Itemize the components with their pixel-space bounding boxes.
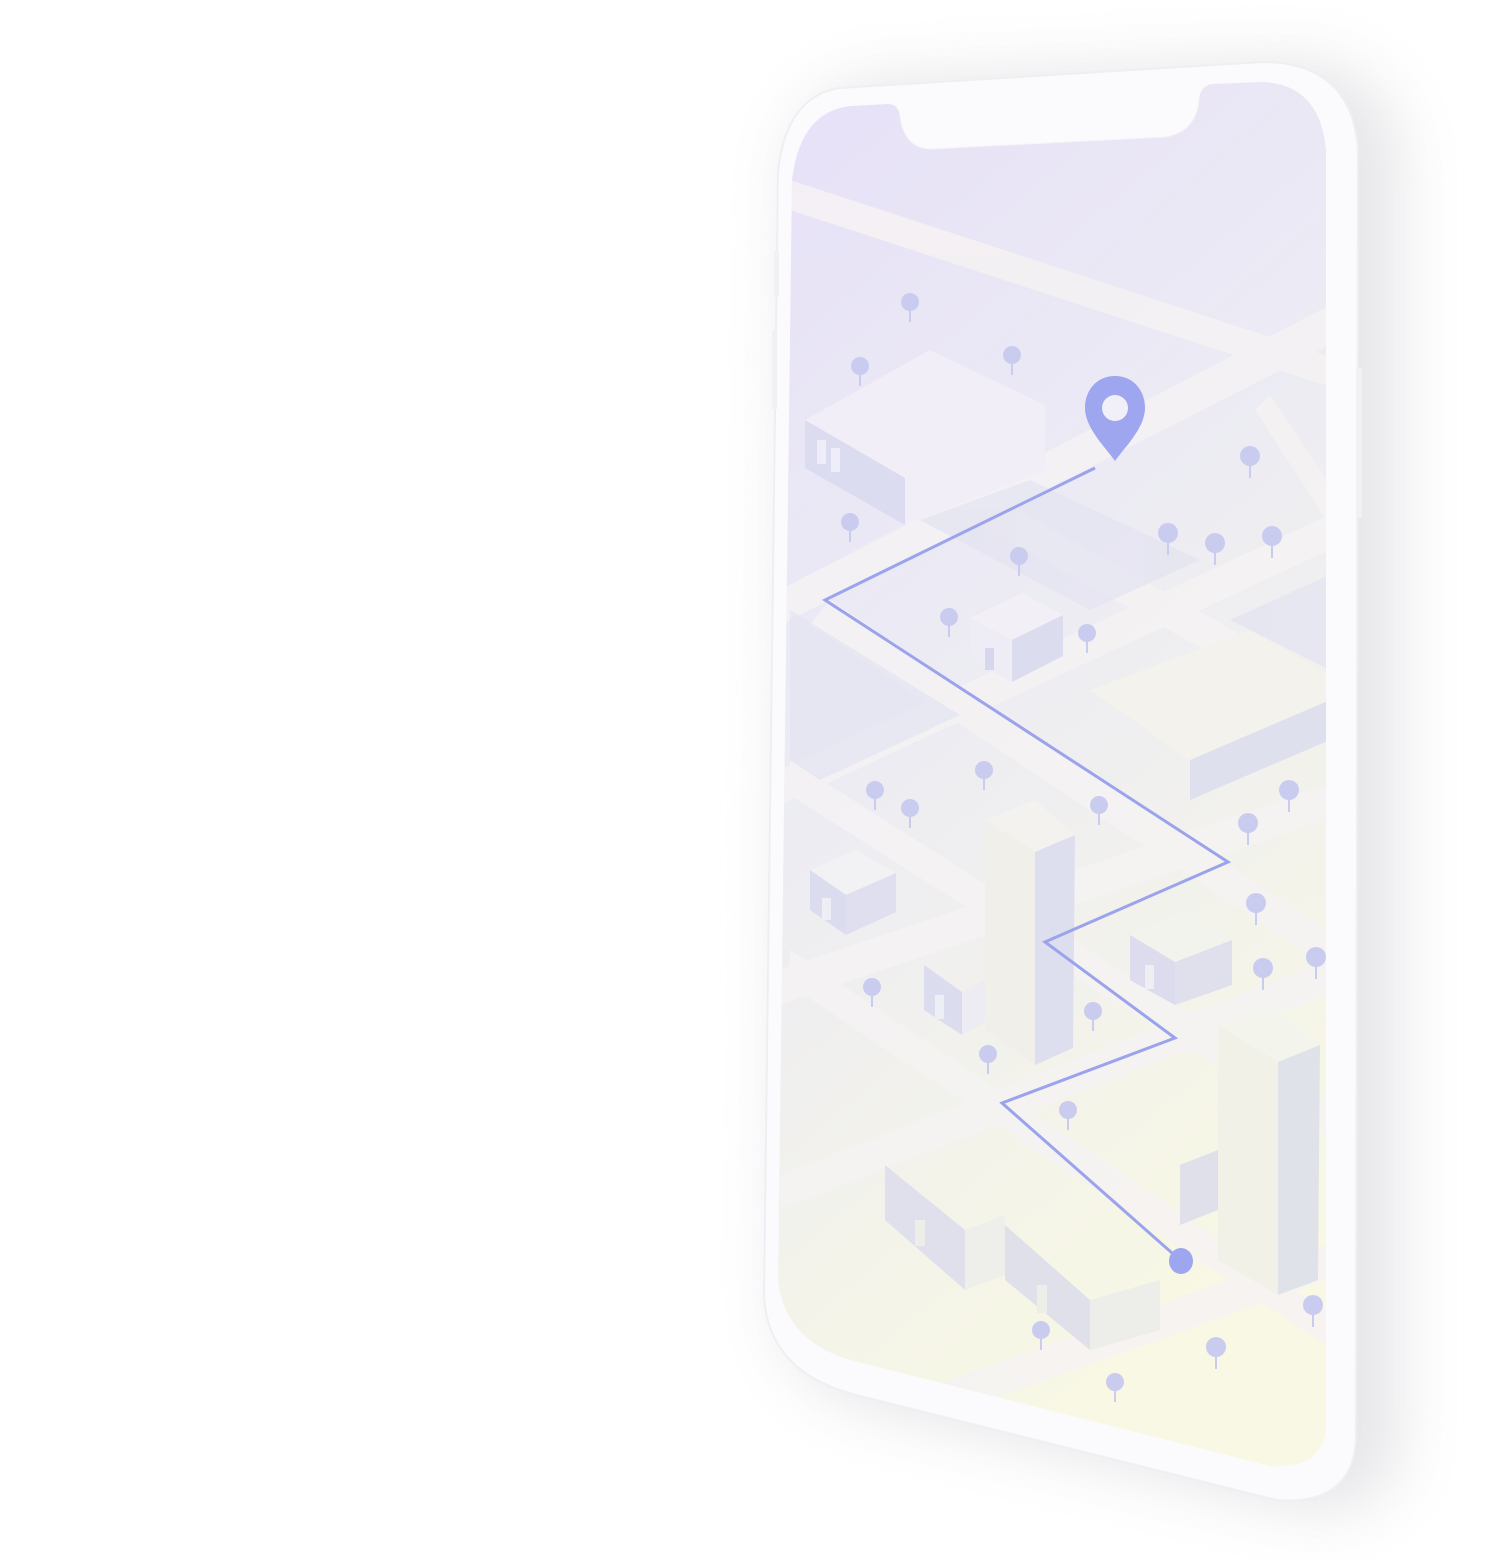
tower-building	[985, 800, 1075, 1065]
tower-building	[1218, 1008, 1320, 1295]
phone-mockup-stage	[0, 0, 1492, 1560]
volume-button	[774, 250, 779, 296]
side-button	[1356, 368, 1362, 518]
start-dot-icon[interactable]	[1169, 1248, 1193, 1274]
map-screen	[778, 82, 1326, 1467]
phone-mockup	[762, 60, 1400, 1512]
volume-button	[772, 330, 777, 410]
